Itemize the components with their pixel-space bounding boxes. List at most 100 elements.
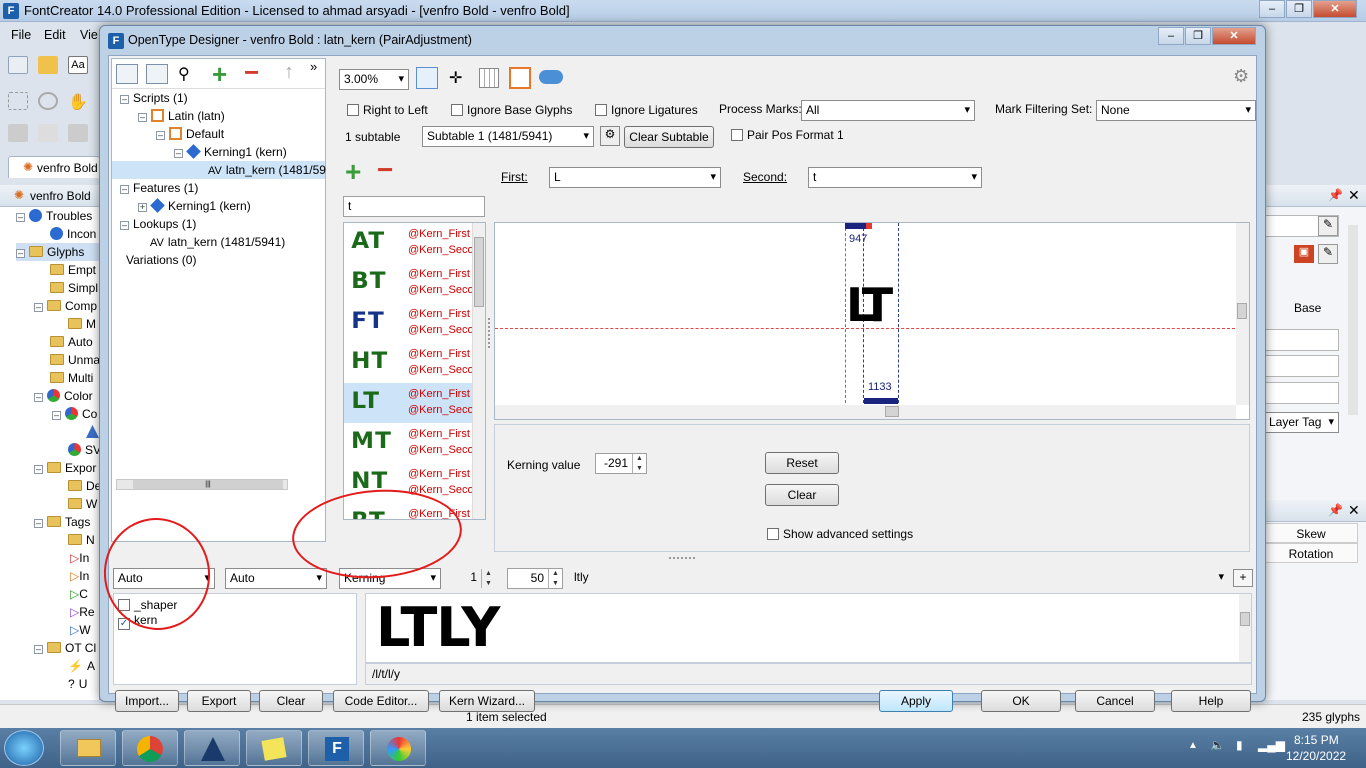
more-chevron-icon[interactable]: » <box>310 59 317 74</box>
text-preview-scrollbar[interactable] <box>1239 594 1251 662</box>
ignore-base-glyphs-checkbox[interactable]: Ignore Base Glyphs <box>451 103 572 117</box>
property-field[interactable] <box>1264 329 1339 351</box>
close-icon[interactable]: ✕ <box>1348 187 1360 204</box>
tree-item-tags[interactable]: – Tags <box>34 513 90 531</box>
kern-marker[interactable] <box>866 223 872 229</box>
move-up-icon[interactable]: ↑ <box>284 61 294 84</box>
tree-item-color-sub[interactable]: – Co <box>52 405 97 423</box>
apply-button[interactable]: Apply <box>879 690 953 712</box>
edit-pen-icon[interactable]: ✎ <box>1318 216 1338 236</box>
close-button[interactable]: ✕ <box>1313 0 1357 18</box>
menu-file[interactable]: File <box>11 28 31 42</box>
tree-item-ot-a[interactable]: ⚡ A <box>68 657 95 675</box>
reset-button[interactable]: Reset <box>765 452 839 474</box>
tree-item-export-w[interactable]: W <box>68 495 97 513</box>
remove-pair-icon[interactable]: − <box>377 154 393 186</box>
ungroup-icon[interactable] <box>38 124 58 142</box>
horizontal-splitter[interactable] <box>669 557 695 559</box>
splitter-handle[interactable] <box>488 318 492 348</box>
crosshair-icon[interactable]: ✛ <box>449 68 462 88</box>
clock-date[interactable]: 12/20/2022 <box>1286 749 1346 763</box>
tree-feature-kerning1[interactable]: + Kerning1 (kern) <box>138 197 251 215</box>
preview-text-select[interactable]: ltly <box>570 568 1228 589</box>
tree-item-export[interactable]: – Expor <box>34 459 96 477</box>
preview-vscrollbar[interactable] <box>1236 223 1249 405</box>
tree-item-ot-classes[interactable]: – OT Cl <box>34 639 96 657</box>
dialog-close-button[interactable]: ✕ <box>1212 27 1256 45</box>
tree-item-glyphs[interactable]: – Glyphs <box>16 243 100 261</box>
tree-latin[interactable]: – Latin (latn) <box>138 107 225 125</box>
explorer-taskbar-icon[interactable] <box>60 730 116 766</box>
add-icon[interactable]: + <box>212 59 227 90</box>
network-icon[interactable]: ▂▄▆ <box>1258 738 1285 752</box>
chrome-taskbar-icon[interactable] <box>122 730 178 766</box>
second-glyph-select[interactable]: t <box>808 167 982 188</box>
document-tab[interactable]: ✺ venfro Bold <box>8 156 100 178</box>
tree-item-inconsistencies[interactable]: Incon <box>50 225 96 243</box>
pair-list-item[interactable]: AT @Kern_First @Kern_Seco <box>344 223 474 263</box>
settings-gear-icon[interactable]: ⚙ <box>1233 66 1249 87</box>
pair-list-scrollbar[interactable] <box>472 223 485 519</box>
select-rect-icon[interactable] <box>8 92 28 110</box>
tree-item-export-de[interactable]: De <box>68 477 101 495</box>
affinity-taskbar-icon[interactable] <box>184 730 240 766</box>
tree-item-tag-in2[interactable]: ▷In <box>70 567 89 585</box>
ok-button[interactable]: OK <box>981 690 1061 712</box>
skew-header[interactable]: Skew <box>1264 523 1358 543</box>
cancel-button[interactable]: Cancel <box>1075 690 1155 712</box>
layer-tag-select[interactable]: Layer Tag <box>1264 412 1339 433</box>
add-text-button[interactable]: + <box>1233 569 1253 587</box>
tree-scripts[interactable]: – Scripts (1) <box>120 89 188 107</box>
kern-wizard-button[interactable]: Kern Wizard... <box>439 690 535 712</box>
tree-item-simple[interactable]: Simpl <box>50 279 98 297</box>
battery-icon[interactable]: ▮ <box>1236 738 1243 752</box>
pin-icon[interactable]: 📌 <box>1328 188 1343 202</box>
tree-item-color[interactable]: – Color <box>34 387 93 405</box>
tree-item-tag-re[interactable]: ▷Re <box>70 603 95 621</box>
notes-taskbar-icon[interactable] <box>246 730 302 766</box>
subtable-settings-icon[interactable]: ⚙ <box>600 126 620 146</box>
mark-filtering-select[interactable]: None <box>1096 100 1256 121</box>
group-icon[interactable] <box>8 124 28 142</box>
property-field[interactable] <box>1264 355 1339 377</box>
tree-item-unmapped[interactable]: Unma <box>50 351 100 369</box>
subtable-select[interactable]: Subtable 1 (1481/5941) <box>422 126 594 147</box>
preview-window-icon[interactable] <box>116 64 138 84</box>
import-button[interactable]: Import... <box>115 690 179 712</box>
tree-item-multi[interactable]: Multi <box>50 369 93 387</box>
tree-item-tag-in1[interactable]: ▷In <box>70 549 89 567</box>
tree-item-composite[interactable]: – Comp <box>34 297 97 315</box>
pin-icon[interactable]: 📌 <box>1328 503 1343 517</box>
fit-zoom-icon[interactable] <box>416 67 438 89</box>
tree-lookup-latn-kern[interactable]: AV latn_kern (1481/5941) <box>150 233 285 251</box>
open-folder-icon[interactable] <box>38 56 58 74</box>
export-button[interactable]: Export <box>187 690 251 712</box>
clock-time[interactable]: 8:15 PM <box>1294 733 1339 747</box>
pair-filter-input[interactable]: t <box>343 196 485 217</box>
grid-icon[interactable] <box>479 68 499 88</box>
tree-item-auto[interactable]: Auto <box>50 333 93 351</box>
volume-icon[interactable]: 🔈 <box>1210 738 1225 752</box>
font-info-icon[interactable]: Aa <box>68 56 88 74</box>
tree-lookups[interactable]: – Lookups (1) <box>120 215 196 233</box>
new-font-icon[interactable] <box>8 56 28 74</box>
preview-hscrollbar[interactable] <box>495 405 1236 419</box>
pair-list-item[interactable]: MT @Kern_First @Kern_Seco <box>344 423 474 463</box>
tree-item-tag-n[interactable]: N <box>68 531 95 549</box>
start-button[interactable] <box>4 730 44 766</box>
tree-hscrollbar[interactable]: ||| <box>116 479 288 490</box>
show-advanced-checkbox[interactable]: Show advanced settings <box>767 527 913 541</box>
pair-list-item[interactable]: BT @Kern_First @Kern_Seco <box>344 263 474 303</box>
code-editor-button[interactable]: Code Editor... <box>333 690 429 712</box>
pair-list-item[interactable]: HT @Kern_First @Kern_Seco <box>344 343 474 383</box>
font-size-spinner[interactable]: ▲ ▼ <box>548 569 562 588</box>
right-to-left-checkbox[interactable]: Right to Left <box>347 103 428 117</box>
paint-taskbar-icon[interactable] <box>370 730 426 766</box>
arrange-icon[interactable] <box>68 124 88 142</box>
clear-button[interactable]: Clear <box>259 690 323 712</box>
search-window-icon[interactable] <box>146 64 168 84</box>
cloud-icon[interactable] <box>539 70 563 84</box>
tree-kerning1[interactable]: – Kerning1 (kern) <box>174 143 287 161</box>
close-icon[interactable]: ✕ <box>1348 502 1360 519</box>
property-field[interactable] <box>1264 382 1339 404</box>
